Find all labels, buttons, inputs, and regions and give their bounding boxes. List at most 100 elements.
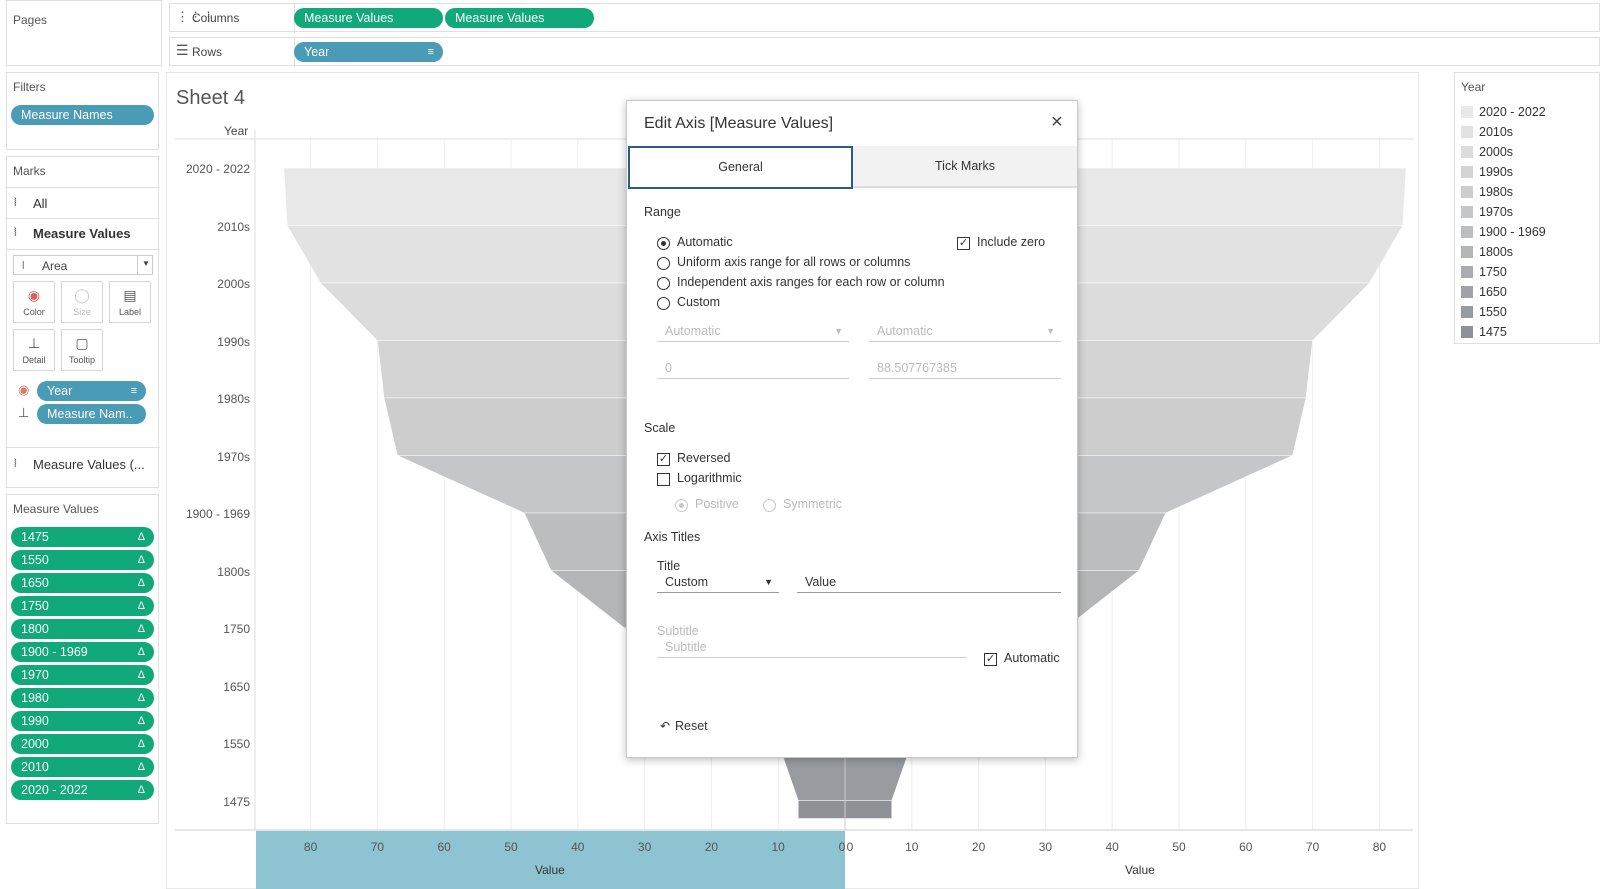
legend-swatch — [1461, 266, 1473, 278]
positive-label: Positive — [695, 497, 739, 511]
subtitle-automatic-label: Automatic — [1004, 651, 1060, 665]
left-axis-title: Value — [535, 863, 565, 877]
legend-swatch — [1461, 186, 1473, 198]
legend-label: 1800s — [1479, 245, 1514, 259]
legend-label: 1900 - 1969 — [1479, 225, 1546, 239]
range-end-input[interactable]: 88.507767385 — [869, 357, 1061, 379]
x-tick-label-right: 70 — [1305, 840, 1320, 854]
legend-swatch — [1461, 226, 1473, 238]
legend-swatch — [1461, 166, 1473, 178]
legend-swatch — [1461, 286, 1473, 298]
x-tick-label-left: 10 — [771, 840, 785, 854]
symmetric-label: Symmetric — [783, 497, 843, 511]
range-start-input[interactable]: 0 — [657, 357, 849, 379]
chevron-down-icon: ▼ — [764, 577, 773, 587]
legend-label: 1990s — [1479, 165, 1514, 179]
year-tick-label: 2020 - 2022 — [185, 162, 250, 176]
legend-swatch — [1461, 246, 1473, 258]
x-tick-label-right: 0 — [846, 840, 854, 854]
scale-title: Scale — [644, 421, 676, 435]
close-icon[interactable]: × — [1051, 111, 1063, 134]
range-uniform-label: Uniform axis range for all rows or colum… — [677, 255, 911, 269]
x-tick-label-right: 50 — [1172, 840, 1186, 854]
range-custom-label: Custom — [677, 295, 721, 309]
tab-general[interactable]: General — [628, 146, 853, 189]
title-mode-select[interactable]: Custom ▼ — [657, 571, 779, 593]
title-input[interactable]: Value — [797, 571, 1061, 593]
x-tick-label-right: 60 — [1239, 840, 1253, 854]
legend-label: 1475 — [1479, 325, 1507, 339]
year-tick-label: 1650 — [223, 679, 250, 694]
year-tick-label: 2000s — [217, 277, 250, 291]
legend-label: 1980s — [1479, 185, 1514, 199]
x-tick-label-left: 60 — [437, 840, 451, 854]
legend-swatch — [1461, 326, 1473, 338]
chevron-down-icon: ▼ — [834, 326, 843, 336]
axis-titles-title: Axis Titles — [644, 530, 701, 544]
area-band-right — [844, 800, 893, 819]
left-axis-highlight — [256, 831, 845, 889]
legend-label: 2000s — [1479, 145, 1514, 159]
x-tick-label-right: 80 — [1372, 840, 1387, 854]
include-zero-checkbox[interactable]: ✓ — [957, 237, 970, 250]
year-tick-label: 1750 — [223, 622, 250, 636]
edit-axis-dialog: Edit Axis [Measure Values] × General Tic… — [626, 100, 1078, 758]
area-band-left — [797, 800, 846, 819]
x-tick-label-right: 30 — [1038, 840, 1053, 854]
logarithmic-checkbox[interactable] — [657, 473, 670, 486]
tab-tick-marks[interactable]: Tick Marks — [853, 146, 1077, 188]
range-independent-radio[interactable] — [657, 277, 670, 290]
legend-swatch — [1461, 206, 1473, 218]
logarithmic-label: Logarithmic — [677, 471, 742, 485]
reversed-checkbox[interactable]: ✓ — [657, 453, 670, 466]
year-tick-label: 1990s — [217, 334, 250, 349]
year-tick-label: 1980s — [217, 392, 250, 406]
x-tick-label-left: 40 — [571, 840, 585, 854]
reversed-label: Reversed — [677, 451, 731, 465]
range-title: Range — [644, 205, 681, 219]
range-automatic-label: Automatic — [677, 235, 733, 249]
subtitle-automatic-checkbox[interactable]: ✓ — [984, 653, 997, 666]
year-tick-label: 1475 — [223, 794, 250, 809]
chevron-down-icon: ▼ — [1046, 326, 1055, 336]
x-tick-label-left: 70 — [370, 840, 385, 854]
symmetric-radio[interactable] — [763, 499, 776, 512]
right-axis-title: Value — [1125, 863, 1155, 877]
x-tick-label-left: 80 — [303, 840, 318, 854]
reset-icon: ↶ — [660, 719, 671, 733]
x-tick-label-right: 20 — [971, 840, 986, 854]
include-zero-label: Include zero — [977, 235, 1046, 249]
year-legend: Year 2020 - 2022 2010s 2000s 1990s 1980s 1970… — [1454, 72, 1600, 344]
positive-radio[interactable] — [675, 499, 688, 512]
legend-title: Year — [1461, 80, 1486, 94]
year-tick-label: 1970s — [217, 449, 250, 464]
x-tick-label-left: 50 — [504, 840, 518, 854]
legend-swatch — [1461, 146, 1473, 158]
range-automatic-radio[interactable] — [657, 237, 670, 250]
range-custom-radio[interactable] — [657, 297, 670, 310]
legend-label: 2010s — [1479, 125, 1514, 139]
subtitle-input[interactable]: Subtitle — [657, 636, 967, 658]
range-end-select[interactable]: Automatic ▼ — [869, 320, 1061, 342]
legend-swatch — [1461, 126, 1473, 138]
range-uniform-radio[interactable] — [657, 257, 670, 270]
year-tick-label: 1900 - 1969 — [185, 507, 250, 521]
x-tick-label-left: 20 — [704, 840, 719, 854]
x-tick-label-left: 30 — [637, 840, 652, 854]
legend-label: 1650 — [1479, 285, 1507, 299]
range-start-select[interactable]: Automatic ▼ — [657, 320, 849, 342]
legend-label: 1750 — [1479, 265, 1507, 279]
legend-label: 1550 — [1479, 305, 1507, 319]
year-tick-label: 2010s — [217, 219, 250, 234]
legend-label: 1970s — [1479, 205, 1514, 219]
legend-label: 2020 - 2022 — [1479, 105, 1546, 119]
x-tick-label-right: 10 — [905, 840, 919, 854]
year-tick-label: 1550 — [223, 737, 250, 751]
x-tick-label-right: 40 — [1105, 840, 1119, 854]
legend-swatch — [1461, 106, 1473, 118]
reset-button[interactable]: Reset — [675, 719, 708, 733]
legend-swatch — [1461, 306, 1473, 318]
year-tick-label: 1800s — [217, 564, 250, 579]
range-independent-label: Independent axis ranges for each row or … — [677, 275, 945, 289]
dialog-title: Edit Axis [Measure Values] — [644, 115, 834, 132]
